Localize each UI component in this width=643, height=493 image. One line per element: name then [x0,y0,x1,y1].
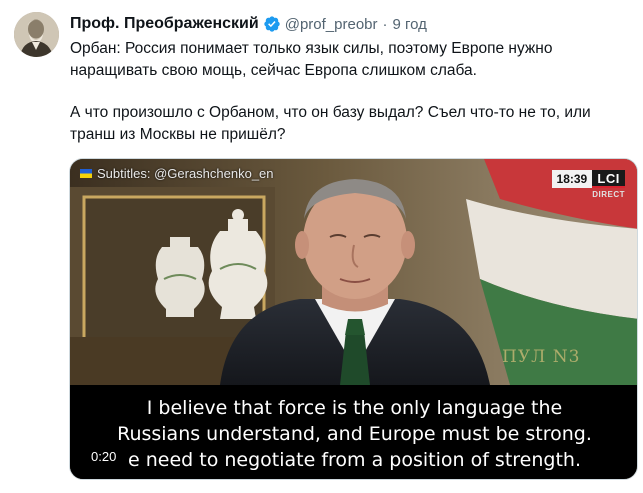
avatar-portrait-icon [14,12,59,57]
tweet[interactable]: Проф. Преображенский @prof_preobr · 9 го… [0,0,643,493]
author-handle[interactable]: @prof_preobr [285,16,378,33]
tweet-text: Орбан: Россия понимает только язык силы,… [70,38,630,146]
author-display-name[interactable]: Проф. Преображенский [70,15,259,33]
tweet-timestamp[interactable]: 9 год [393,16,427,33]
subtitle-credit-text: Subtitles: @Gerashchenko_en [97,166,274,181]
video-caption: I believe that force is the only languag… [70,395,637,473]
subtitle-credit: Subtitles: @Gerashchenko_en [80,166,274,181]
video-timestamp: 0:20 [87,447,121,466]
caption-line: I believe that force is the only languag… [146,397,563,419]
channel-status: DIRECT [592,190,625,199]
verified-badge-icon[interactable] [263,15,281,33]
video-player[interactable]: Subtitles: @Gerashchenko_en 18:39 LCI DI… [69,158,638,480]
broadcast-time: 18:39 [551,170,593,188]
watermark: ПУЛ N3 [502,347,581,367]
caption-line: Russians understand, and Europe must be … [117,423,592,445]
caption-line: e need to negotiate from a position of s… [128,449,581,471]
channel-logo: LCI [592,170,625,188]
channel-logo-group: LCI DIRECT [592,170,625,199]
tweet-header: Проф. Преображенский @prof_preobr · 9 го… [70,13,427,35]
ukraine-flag-icon [80,169,92,178]
avatar[interactable] [14,12,59,57]
channel-bug: 18:39 LCI DIRECT [551,170,625,199]
tweet-paragraph: А что произошло с Орбаном, что он базу в… [70,104,591,143]
tweet-paragraph: Орбан: Россия понимает только язык силы,… [70,40,553,79]
header-separator: · [382,15,388,33]
